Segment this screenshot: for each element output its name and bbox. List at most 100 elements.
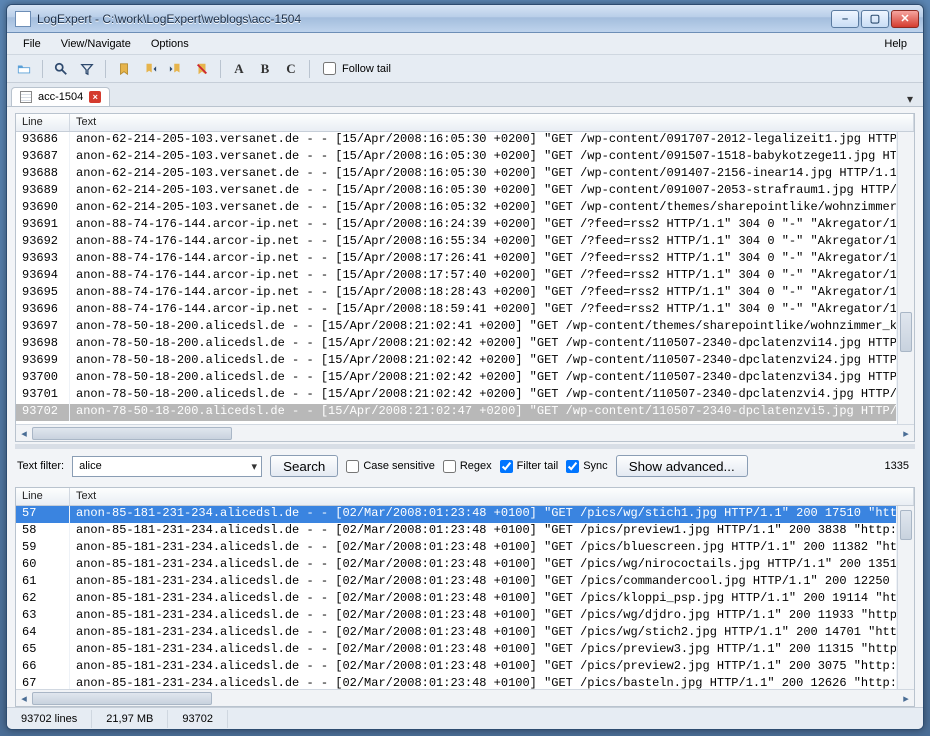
table-row[interactable]: 93696anon-88-74-176-144.arcor-ip.net - -…	[16, 302, 897, 319]
text-cell: anon-85-181-231-234.alicedsl.de - - [02/…	[70, 591, 897, 608]
search-button[interactable]: Search	[270, 455, 338, 477]
table-row[interactable]: 93690anon-62-214-205-103.versanet.de - -…	[16, 200, 897, 217]
window-title: LogExpert - C:\work\LogExpert\weblogs\ac…	[37, 12, 831, 26]
table-row[interactable]: 93694anon-88-74-176-144.arcor-ip.net - -…	[16, 268, 897, 285]
bookmark-icon[interactable]	[113, 58, 135, 80]
table-row[interactable]: 67anon-85-181-231-234.alicedsl.de - - [0…	[16, 676, 897, 689]
filter-combobox[interactable]: ▾	[72, 456, 262, 477]
filter-col-text-header[interactable]: Text	[70, 488, 914, 505]
highlight-a-button[interactable]: A	[228, 58, 250, 80]
line-cell: 93702	[16, 404, 70, 421]
table-row[interactable]: 93700anon-78-50-18-200.alicedsl.de - - […	[16, 370, 897, 387]
table-row[interactable]: 93692anon-88-74-176-144.arcor-ip.net - -…	[16, 234, 897, 251]
text-cell: anon-78-50-18-200.alicedsl.de - - [15/Ap…	[70, 404, 897, 421]
status-current-line: 93702	[168, 710, 228, 728]
highlight-b-button[interactable]: B	[254, 58, 276, 80]
text-cell: anon-85-181-231-234.alicedsl.de - - [02/…	[70, 540, 897, 557]
text-cell: anon-85-181-231-234.alicedsl.de - - [02/…	[70, 625, 897, 642]
bookmark-next-icon[interactable]	[165, 58, 187, 80]
filter-input[interactable]	[77, 459, 251, 473]
table-row[interactable]: 93691anon-88-74-176-144.arcor-ip.net - -…	[16, 217, 897, 234]
tab-overflow-icon[interactable]: ▾	[901, 92, 919, 106]
table-row[interactable]: 93699anon-78-50-18-200.alicedsl.de - - […	[16, 353, 897, 370]
follow-tail-checkbox[interactable]	[323, 62, 336, 75]
table-row[interactable]: 93689anon-62-214-205-103.versanet.de - -…	[16, 183, 897, 200]
col-text-header[interactable]: Text	[70, 114, 914, 131]
filter-bar: Text filter: ▾ Search Case sensitive Reg…	[7, 449, 923, 483]
text-cell: anon-85-181-231-234.alicedsl.de - - [02/…	[70, 608, 897, 625]
chevron-down-icon[interactable]: ▾	[252, 460, 258, 473]
table-row[interactable]: 63anon-85-181-231-234.alicedsl.de - - [0…	[16, 608, 897, 625]
table-row[interactable]: 59anon-85-181-231-234.alicedsl.de - - [0…	[16, 540, 897, 557]
filter-result-count: 1335	[885, 460, 913, 472]
filter-tail-toggle[interactable]: Filter tail	[500, 460, 559, 473]
follow-tail-label: Follow tail	[342, 63, 391, 75]
toolbar: A B C Follow tail	[7, 55, 923, 83]
menu-view[interactable]: View/Navigate	[53, 36, 139, 52]
text-cell: anon-78-50-18-200.alicedsl.de - - [15/Ap…	[70, 353, 897, 370]
minimize-button[interactable]: –	[831, 10, 859, 28]
table-row[interactable]: 93702anon-78-50-18-200.alicedsl.de - - […	[16, 404, 897, 421]
text-cell: anon-88-74-176-144.arcor-ip.net - - [15/…	[70, 217, 897, 234]
line-cell: 93701	[16, 387, 70, 404]
line-cell: 62	[16, 591, 70, 608]
menu-file[interactable]: File	[15, 36, 49, 52]
filter-grid-header: Line Text	[16, 488, 914, 506]
close-button[interactable]: ✕	[891, 10, 919, 28]
show-advanced-button[interactable]: Show advanced...	[616, 455, 748, 477]
table-row[interactable]: 93695anon-88-74-176-144.arcor-ip.net - -…	[16, 285, 897, 302]
text-cell: anon-85-181-231-234.alicedsl.de - - [02/…	[70, 506, 897, 523]
statusbar: 93702 lines 21,97 MB 93702	[7, 707, 923, 729]
table-row[interactable]: 58anon-85-181-231-234.alicedsl.de - - [0…	[16, 523, 897, 540]
regex-toggle[interactable]: Regex	[443, 460, 492, 473]
open-icon[interactable]	[13, 58, 35, 80]
highlight-c-button[interactable]: C	[280, 58, 302, 80]
text-cell: anon-85-181-231-234.alicedsl.de - - [02/…	[70, 659, 897, 676]
table-row[interactable]: 60anon-85-181-231-234.alicedsl.de - - [0…	[16, 557, 897, 574]
main-hscrollbar[interactable]: ◂▸	[16, 424, 914, 441]
maximize-button[interactable]: ▢	[861, 10, 889, 28]
app-window: LogExpert - C:\work\LogExpert\weblogs\ac…	[6, 4, 924, 730]
main-grid-header: Line Text	[16, 114, 914, 132]
line-cell: 93695	[16, 285, 70, 302]
bookmark-prev-icon[interactable]	[139, 58, 161, 80]
table-row[interactable]: 93698anon-78-50-18-200.alicedsl.de - - […	[16, 336, 897, 353]
table-row[interactable]: 93686anon-62-214-205-103.versanet.de - -…	[16, 132, 897, 149]
search-icon[interactable]	[50, 58, 72, 80]
table-row[interactable]: 62anon-85-181-231-234.alicedsl.de - - [0…	[16, 591, 897, 608]
table-row[interactable]: 93693anon-88-74-176-144.arcor-ip.net - -…	[16, 251, 897, 268]
table-row[interactable]: 57anon-85-181-231-234.alicedsl.de - - [0…	[16, 506, 897, 523]
tab-acc-1504[interactable]: acc-1504 ×	[11, 87, 110, 106]
table-row[interactable]: 65anon-85-181-231-234.alicedsl.de - - [0…	[16, 642, 897, 659]
filter-hscrollbar[interactable]: ◂▸	[16, 689, 914, 706]
menu-help[interactable]: Help	[876, 36, 915, 52]
filter-icon[interactable]	[76, 58, 98, 80]
text-cell: anon-85-181-231-234.alicedsl.de - - [02/…	[70, 642, 897, 659]
table-row[interactable]: 93697anon-78-50-18-200.alicedsl.de - - […	[16, 319, 897, 336]
line-cell: 93687	[16, 149, 70, 166]
main-vscrollbar[interactable]	[897, 132, 914, 424]
tab-close-icon[interactable]: ×	[89, 91, 101, 103]
table-row[interactable]: 66anon-85-181-231-234.alicedsl.de - - [0…	[16, 659, 897, 676]
filter-grid-body[interactable]: 57anon-85-181-231-234.alicedsl.de - - [0…	[16, 506, 914, 689]
table-row[interactable]: 64anon-85-181-231-234.alicedsl.de - - [0…	[16, 625, 897, 642]
table-row[interactable]: 61anon-85-181-231-234.alicedsl.de - - [0…	[16, 574, 897, 591]
table-row[interactable]: 93688anon-62-214-205-103.versanet.de - -…	[16, 166, 897, 183]
line-cell: 93688	[16, 166, 70, 183]
bookmark-remove-icon[interactable]	[191, 58, 213, 80]
sync-toggle[interactable]: Sync	[566, 460, 607, 473]
col-line-header[interactable]: Line	[16, 114, 70, 131]
table-row[interactable]: 93701anon-78-50-18-200.alicedsl.de - - […	[16, 387, 897, 404]
filter-col-line-header[interactable]: Line	[16, 488, 70, 505]
main-grid-body[interactable]: 93686anon-62-214-205-103.versanet.de - -…	[16, 132, 914, 424]
text-cell: anon-62-214-205-103.versanet.de - - [15/…	[70, 166, 897, 183]
line-cell: 66	[16, 659, 70, 676]
line-cell: 93693	[16, 251, 70, 268]
case-sensitive-toggle[interactable]: Case sensitive	[346, 460, 435, 473]
table-row[interactable]: 93687anon-62-214-205-103.versanet.de - -…	[16, 149, 897, 166]
menu-options[interactable]: Options	[143, 36, 197, 52]
follow-tail-toggle[interactable]: Follow tail	[317, 62, 397, 75]
filter-vscrollbar[interactable]	[897, 506, 914, 689]
titlebar[interactable]: LogExpert - C:\work\LogExpert\weblogs\ac…	[7, 5, 923, 33]
line-cell: 93686	[16, 132, 70, 149]
